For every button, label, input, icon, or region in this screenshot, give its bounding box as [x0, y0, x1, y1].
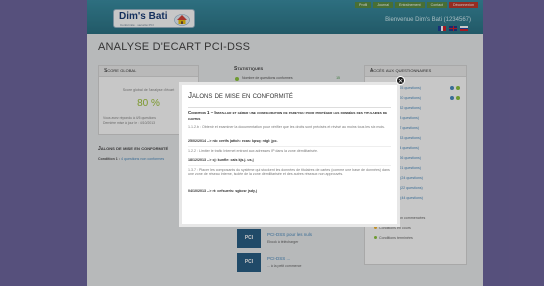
modal-condition-heading: Condition 1 – Installer et gérer une con… [188, 110, 388, 121]
modal-remark: 04/10/2013 --> rt: cefsueris: sgkcsr jsd… [188, 189, 257, 193]
milestones-modal: Jalons de mise en conformité Condition 1… [179, 82, 400, 227]
close-icon[interactable]: × [396, 76, 405, 85]
modal-requirement: 1.2.2 : Limiter le trafic Internet entra… [188, 149, 318, 153]
modal-title: Jalons de mise en conformité [188, 91, 293, 100]
modal-divider [188, 107, 391, 108]
modal-requirement: 1.3.7 : Placer les composants du système… [188, 168, 390, 177]
modal-remark: 25/02/2014 --> nb: certfs (attch: ecas: … [188, 139, 278, 143]
modal-divider [188, 146, 391, 147]
modal-divider [188, 165, 391, 166]
modal-remark: 18/12/2013 --> cj: kunfle: cais kjs.j. u… [188, 158, 254, 162]
modal-requirement: 1.1.2.b : Obtenir et examiner la documen… [188, 125, 385, 129]
